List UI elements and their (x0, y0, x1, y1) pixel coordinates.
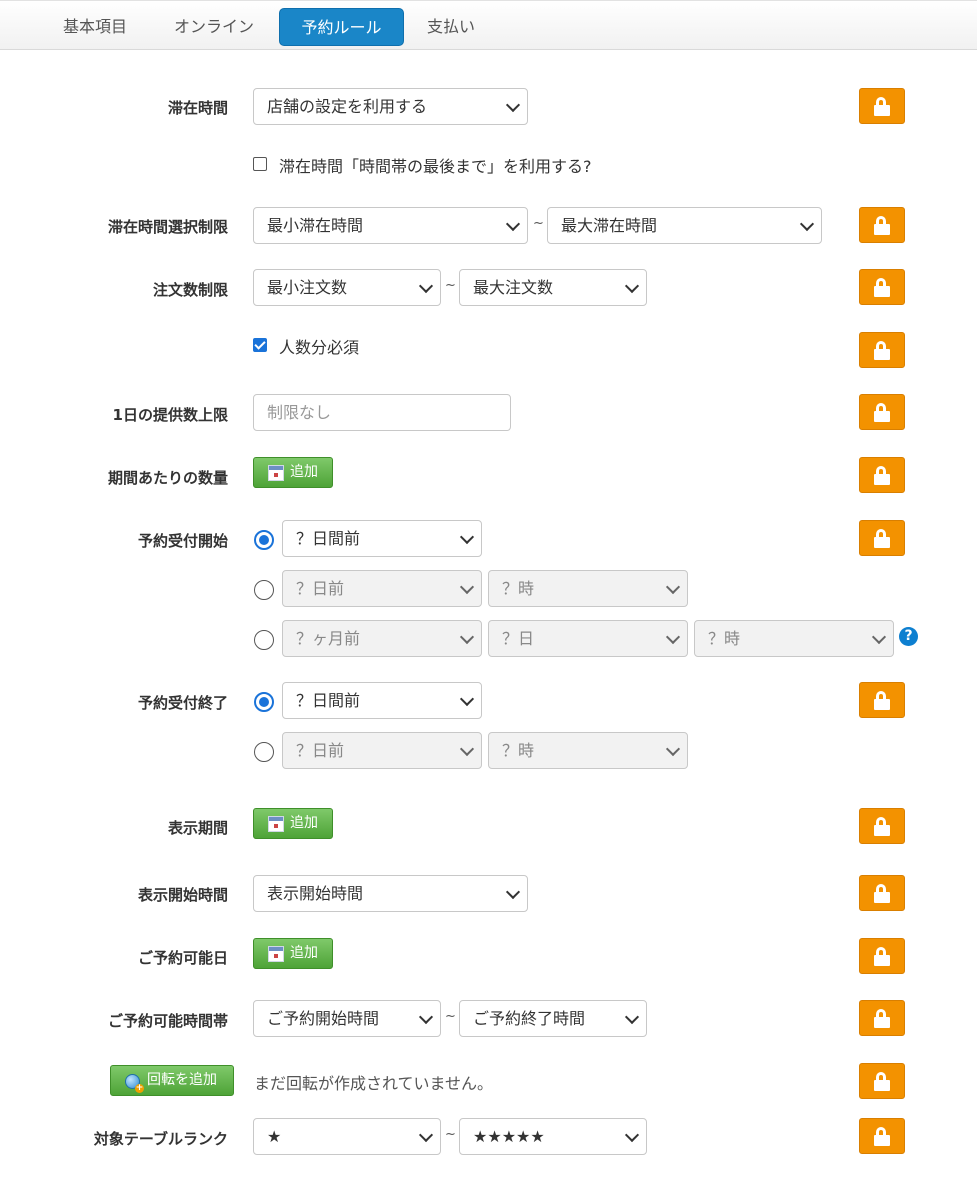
tab-basic[interactable]: 基本項目 (45, 8, 145, 46)
lock-button[interactable] (859, 394, 905, 430)
tab-payment[interactable]: 支払い (415, 8, 487, 46)
display-start-time-select[interactable]: 表示開始時間 (253, 875, 528, 912)
calendar-icon (268, 816, 284, 832)
reservation-end-radio-days[interactable] (254, 692, 274, 712)
stay-limit-label: 滞在時間選択制限 (107, 218, 228, 236)
chevron-down-icon (459, 741, 475, 757)
chevron-down-icon (871, 629, 887, 645)
range-separator: ~ (445, 1127, 456, 1142)
range-separator: ~ (445, 1009, 456, 1024)
reservation-end-label: 予約受付終了 (137, 694, 228, 712)
reservation-start-hour-select[interactable]: ？時 (488, 570, 688, 607)
globe-add-icon (125, 1074, 144, 1093)
chevron-down-icon (459, 529, 475, 545)
stay-time-label: 滞在時間 (167, 99, 228, 117)
lock-button[interactable] (859, 682, 905, 718)
reservation-end-time-select[interactable]: ご予約終了時間 (459, 1000, 647, 1037)
lock-button[interactable] (859, 520, 905, 556)
chevron-down-icon (459, 629, 475, 645)
chevron-down-icon (418, 1009, 434, 1025)
chevron-down-icon (624, 1009, 640, 1025)
reservation-start-month-day-select[interactable]: ？日 (488, 620, 688, 657)
range-separator: ~ (445, 278, 456, 293)
lock-button[interactable] (859, 269, 905, 305)
chevron-down-icon (505, 884, 521, 900)
reservation-end-hour-select[interactable]: ？時 (488, 732, 688, 769)
max-table-rank-select[interactable]: ★★★★★ (459, 1118, 647, 1155)
reservation-start-month-select[interactable]: ？ヶ月前 (282, 620, 482, 657)
lock-button[interactable] (859, 332, 905, 368)
chevron-down-icon (505, 216, 521, 232)
reservation-start-label: 予約受付開始 (137, 532, 228, 550)
range-separator: ~ (533, 216, 544, 231)
chevron-down-icon (665, 629, 681, 645)
chevron-down-icon (665, 741, 681, 757)
lock-button[interactable] (859, 207, 905, 243)
per-person-required-checkbox[interactable] (253, 338, 267, 352)
reservation-start-radio-month[interactable] (254, 630, 274, 650)
stay-until-end-checkbox[interactable] (253, 157, 267, 171)
daily-limit-label: 1日の提供数上限 (112, 406, 228, 424)
table-rank-label: 対象テーブルランク (93, 1130, 228, 1148)
daily-limit-input[interactable]: 制限なし (253, 394, 511, 431)
lock-button[interactable] (859, 875, 905, 911)
tab-bar: 基本項目 オンライン 予約ルール 支払い (0, 0, 977, 50)
lock-button[interactable] (859, 1000, 905, 1036)
question-circle-icon[interactable]: ? (899, 627, 918, 646)
reservation-start-radio-days[interactable] (254, 530, 274, 550)
chevron-down-icon (459, 579, 475, 595)
period-quantity-label: 期間あたりの数量 (107, 469, 228, 487)
reservation-start-radio-day-hour[interactable] (254, 580, 274, 600)
reservation-end-day-select[interactable]: ？日前 (282, 732, 482, 769)
max-order-select[interactable]: 最大注文数 (459, 269, 647, 306)
chevron-down-icon (418, 1127, 434, 1143)
chevron-down-icon (624, 278, 640, 294)
lock-button[interactable] (859, 1118, 905, 1154)
max-stay-select[interactable]: 最大滞在時間 (547, 207, 822, 244)
lock-button[interactable] (859, 808, 905, 844)
reservation-end-radio-day-hour[interactable] (254, 742, 274, 762)
stay-until-end-label: 滞在時間「時間帯の最後まで」を利用する? (279, 157, 592, 176)
lock-button[interactable] (859, 1063, 905, 1099)
chevron-down-icon (624, 1127, 640, 1143)
calendar-icon (268, 946, 284, 962)
tab-reservation-rules[interactable]: 予約ルール (279, 8, 404, 46)
min-stay-select[interactable]: 最小滞在時間 (253, 207, 528, 244)
add-reservable-days-button[interactable]: 追加 (253, 938, 333, 969)
lock-button[interactable] (859, 938, 905, 974)
display-period-label: 表示期間 (167, 819, 228, 837)
lock-button[interactable] (859, 88, 905, 124)
chevron-down-icon (505, 97, 521, 113)
reservation-end-days-select[interactable]: ？日間前 (282, 682, 482, 719)
min-order-select[interactable]: 最小注文数 (253, 269, 441, 306)
tab-online[interactable]: オンライン (160, 8, 268, 46)
chevron-down-icon (459, 691, 475, 707)
chevron-down-icon (799, 216, 815, 232)
add-rotation-button[interactable]: 回転を追加 (110, 1065, 234, 1096)
chevron-down-icon (665, 579, 681, 595)
lock-button[interactable] (859, 457, 905, 493)
reservation-start-month-hour-select[interactable]: ？時 (694, 620, 894, 657)
add-period-quantity-button[interactable]: 追加 (253, 457, 333, 488)
reservation-start-days-select[interactable]: ？日間前 (282, 520, 482, 557)
reservable-days-label: ご予約可能日 (137, 949, 228, 967)
add-display-period-button[interactable]: 追加 (253, 808, 333, 839)
min-table-rank-select[interactable]: ★ (253, 1118, 441, 1155)
reservation-start-time-select[interactable]: ご予約開始時間 (253, 1000, 441, 1037)
stay-time-select[interactable]: 店舗の設定を利用する (253, 88, 528, 125)
calendar-icon (268, 465, 284, 481)
order-limit-label: 注文数制限 (152, 281, 228, 299)
rotation-empty-note: まだ回転が作成されていません。 (254, 1074, 494, 1093)
reservation-start-day-select[interactable]: ？日前 (282, 570, 482, 607)
reservable-time-label: ご予約可能時間帯 (107, 1012, 228, 1030)
per-person-required-label: 人数分必須 (279, 338, 360, 357)
chevron-down-icon (418, 278, 434, 294)
display-start-time-label: 表示開始時間 (137, 886, 228, 904)
